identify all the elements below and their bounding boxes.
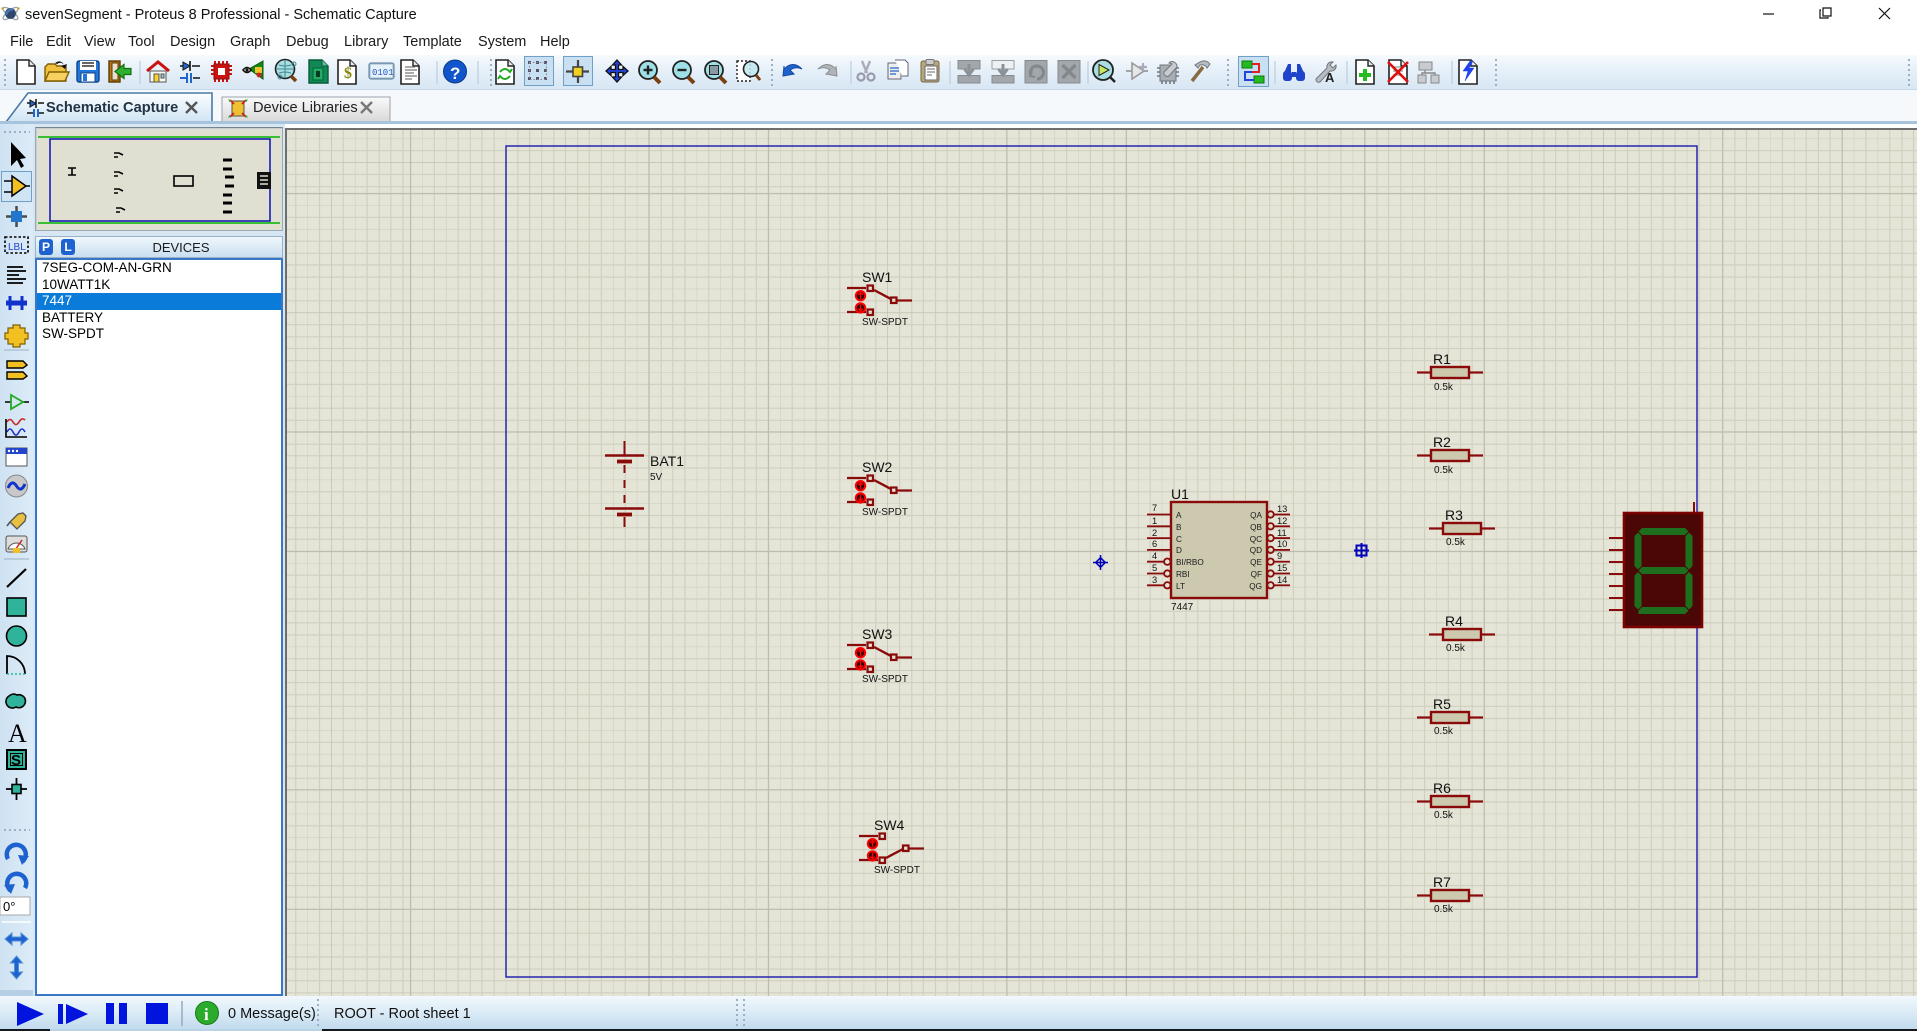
svg-text:R4: R4 (1445, 613, 1463, 629)
svg-text:Schematic Capture: Schematic Capture (46, 100, 178, 116)
svg-text:SW2: SW2 (862, 459, 893, 475)
svg-text:0101: 0101 (372, 68, 394, 78)
svg-text:?: ? (450, 64, 460, 83)
svg-text:SW-SPDT: SW-SPDT (862, 674, 908, 685)
svg-text:SW-SPDT: SW-SPDT (862, 507, 908, 518)
svg-text:SW1: SW1 (862, 269, 893, 285)
svg-text:12: 12 (1277, 516, 1287, 526)
svg-text:2: 2 (1152, 528, 1157, 538)
svg-text:QE: QE (1250, 558, 1262, 567)
svg-text:C: C (1176, 535, 1182, 544)
svg-text:5: 5 (1152, 563, 1157, 573)
svg-text:R2: R2 (1433, 434, 1451, 450)
svg-text:0.5k: 0.5k (1434, 904, 1454, 915)
svg-text:LT: LT (1176, 582, 1185, 591)
svg-text:R5: R5 (1433, 696, 1451, 712)
svg-text:QB: QB (1250, 523, 1262, 532)
svg-text:5V: 5V (650, 472, 663, 483)
svg-text:QC: QC (1250, 535, 1262, 544)
svg-text:0.5k: 0.5k (1434, 726, 1454, 737)
svg-text:R3: R3 (1445, 507, 1463, 523)
svg-text:R1: R1 (1433, 351, 1451, 367)
svg-text:BI/RBO: BI/RBO (1176, 558, 1204, 567)
svg-text:RBI: RBI (1176, 570, 1190, 579)
svg-text:A: A (1325, 70, 1335, 85)
svg-text:SW3: SW3 (862, 626, 893, 642)
svg-text:13: 13 (1277, 504, 1287, 514)
svg-text:11: 11 (1277, 528, 1287, 538)
svg-text:0.5k: 0.5k (1446, 537, 1466, 548)
svg-text:0.5k: 0.5k (1434, 382, 1454, 393)
svg-text:0 Message(s): 0 Message(s) (228, 1006, 316, 1022)
svg-text:7: 7 (1152, 503, 1157, 513)
svg-text:14: 14 (1277, 575, 1287, 585)
svg-text:A: A (1176, 511, 1182, 520)
svg-text:U1: U1 (1171, 486, 1189, 502)
svg-text:R7: R7 (1433, 874, 1451, 890)
svg-text:LBL: LBL (8, 242, 26, 253)
svg-text:3: 3 (1152, 575, 1157, 585)
svg-text:QG: QG (1249, 582, 1262, 591)
svg-text:ROOT - Root sheet 1: ROOT - Root sheet 1 (334, 1006, 471, 1022)
svg-text:BAT1: BAT1 (650, 453, 684, 469)
svg-text:SW4: SW4 (874, 817, 905, 833)
svg-text:SW-SPDT: SW-SPDT (862, 317, 908, 328)
svg-text:Device Libraries: Device Libraries (253, 100, 358, 116)
svg-text:6: 6 (1152, 539, 1157, 549)
svg-text:7447: 7447 (1171, 602, 1194, 613)
svg-text:A: A (8, 719, 27, 748)
svg-text:0.5k: 0.5k (1434, 465, 1454, 476)
svg-text:9: 9 (1277, 551, 1282, 561)
svg-text:QA: QA (1250, 511, 1262, 520)
svg-text:R6: R6 (1433, 780, 1451, 796)
svg-text:1: 1 (1152, 516, 1157, 526)
svg-text:QF: QF (1251, 570, 1262, 579)
svg-text:B: B (1176, 523, 1182, 532)
svg-text:0.5k: 0.5k (1434, 810, 1454, 821)
svg-text:D: D (1176, 546, 1182, 555)
svg-text:$: $ (344, 65, 352, 82)
svg-text:10: 10 (1277, 539, 1287, 549)
svg-text:15: 15 (1277, 563, 1287, 573)
svg-text:SW-SPDT: SW-SPDT (874, 865, 920, 876)
svg-text:S: S (11, 752, 21, 769)
svg-text:4: 4 (1152, 551, 1157, 561)
svg-text:i: i (204, 1005, 209, 1024)
svg-text:0°: 0° (3, 899, 15, 914)
svg-text:QD: QD (1250, 546, 1262, 555)
svg-text:0.5k: 0.5k (1446, 643, 1466, 654)
